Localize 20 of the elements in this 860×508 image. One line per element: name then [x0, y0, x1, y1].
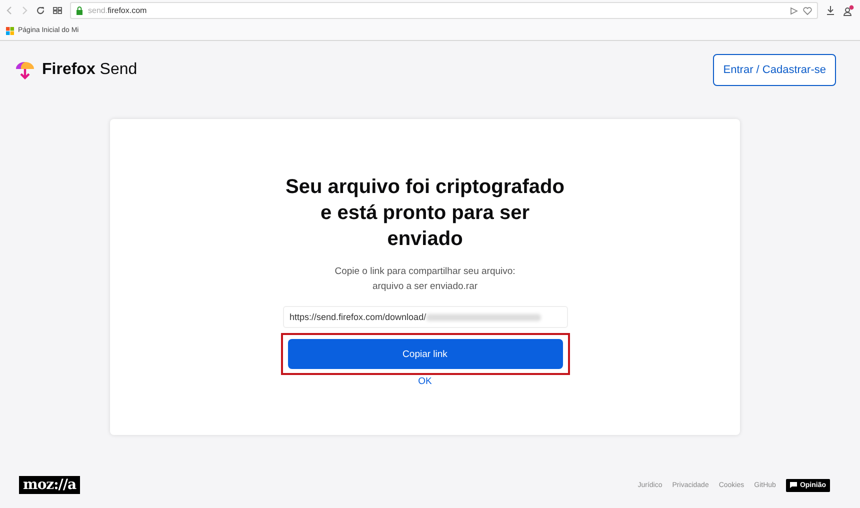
link-field[interactable]: https://send.firefox.com/download/ [282, 306, 568, 328]
profile-icon[interactable] [843, 5, 854, 16]
copy-link-button[interactable]: Copiar link [288, 339, 562, 369]
heart-icon[interactable] [803, 6, 812, 14]
address-bar[interactable]: send.firefox.com [70, 2, 818, 19]
speech-bubble-icon [790, 482, 797, 488]
mozilla-logo[interactable]: moz://a [19, 476, 80, 494]
download-icon[interactable] [826, 6, 835, 15]
logo-icon [14, 59, 36, 81]
windows-logo-icon [6, 26, 14, 34]
reload-icon[interactable] [36, 6, 45, 15]
ok-link[interactable]: OK [418, 376, 432, 387]
lock-icon [76, 6, 83, 15]
brand-name: Firefox Send [42, 61, 138, 79]
file-name: arquivo a ser enviado.rar [371, 280, 479, 294]
grid-icon[interactable] [53, 7, 62, 14]
play-icon[interactable] [790, 6, 798, 14]
sign-in-button[interactable]: Entrar / Cadastrar-se [713, 54, 836, 86]
description: Copie o link para compartilhar seu arquivo: [334, 265, 516, 279]
heading: Seu arquivo foi criptografado e está pronto para ser enviado [284, 175, 566, 252]
